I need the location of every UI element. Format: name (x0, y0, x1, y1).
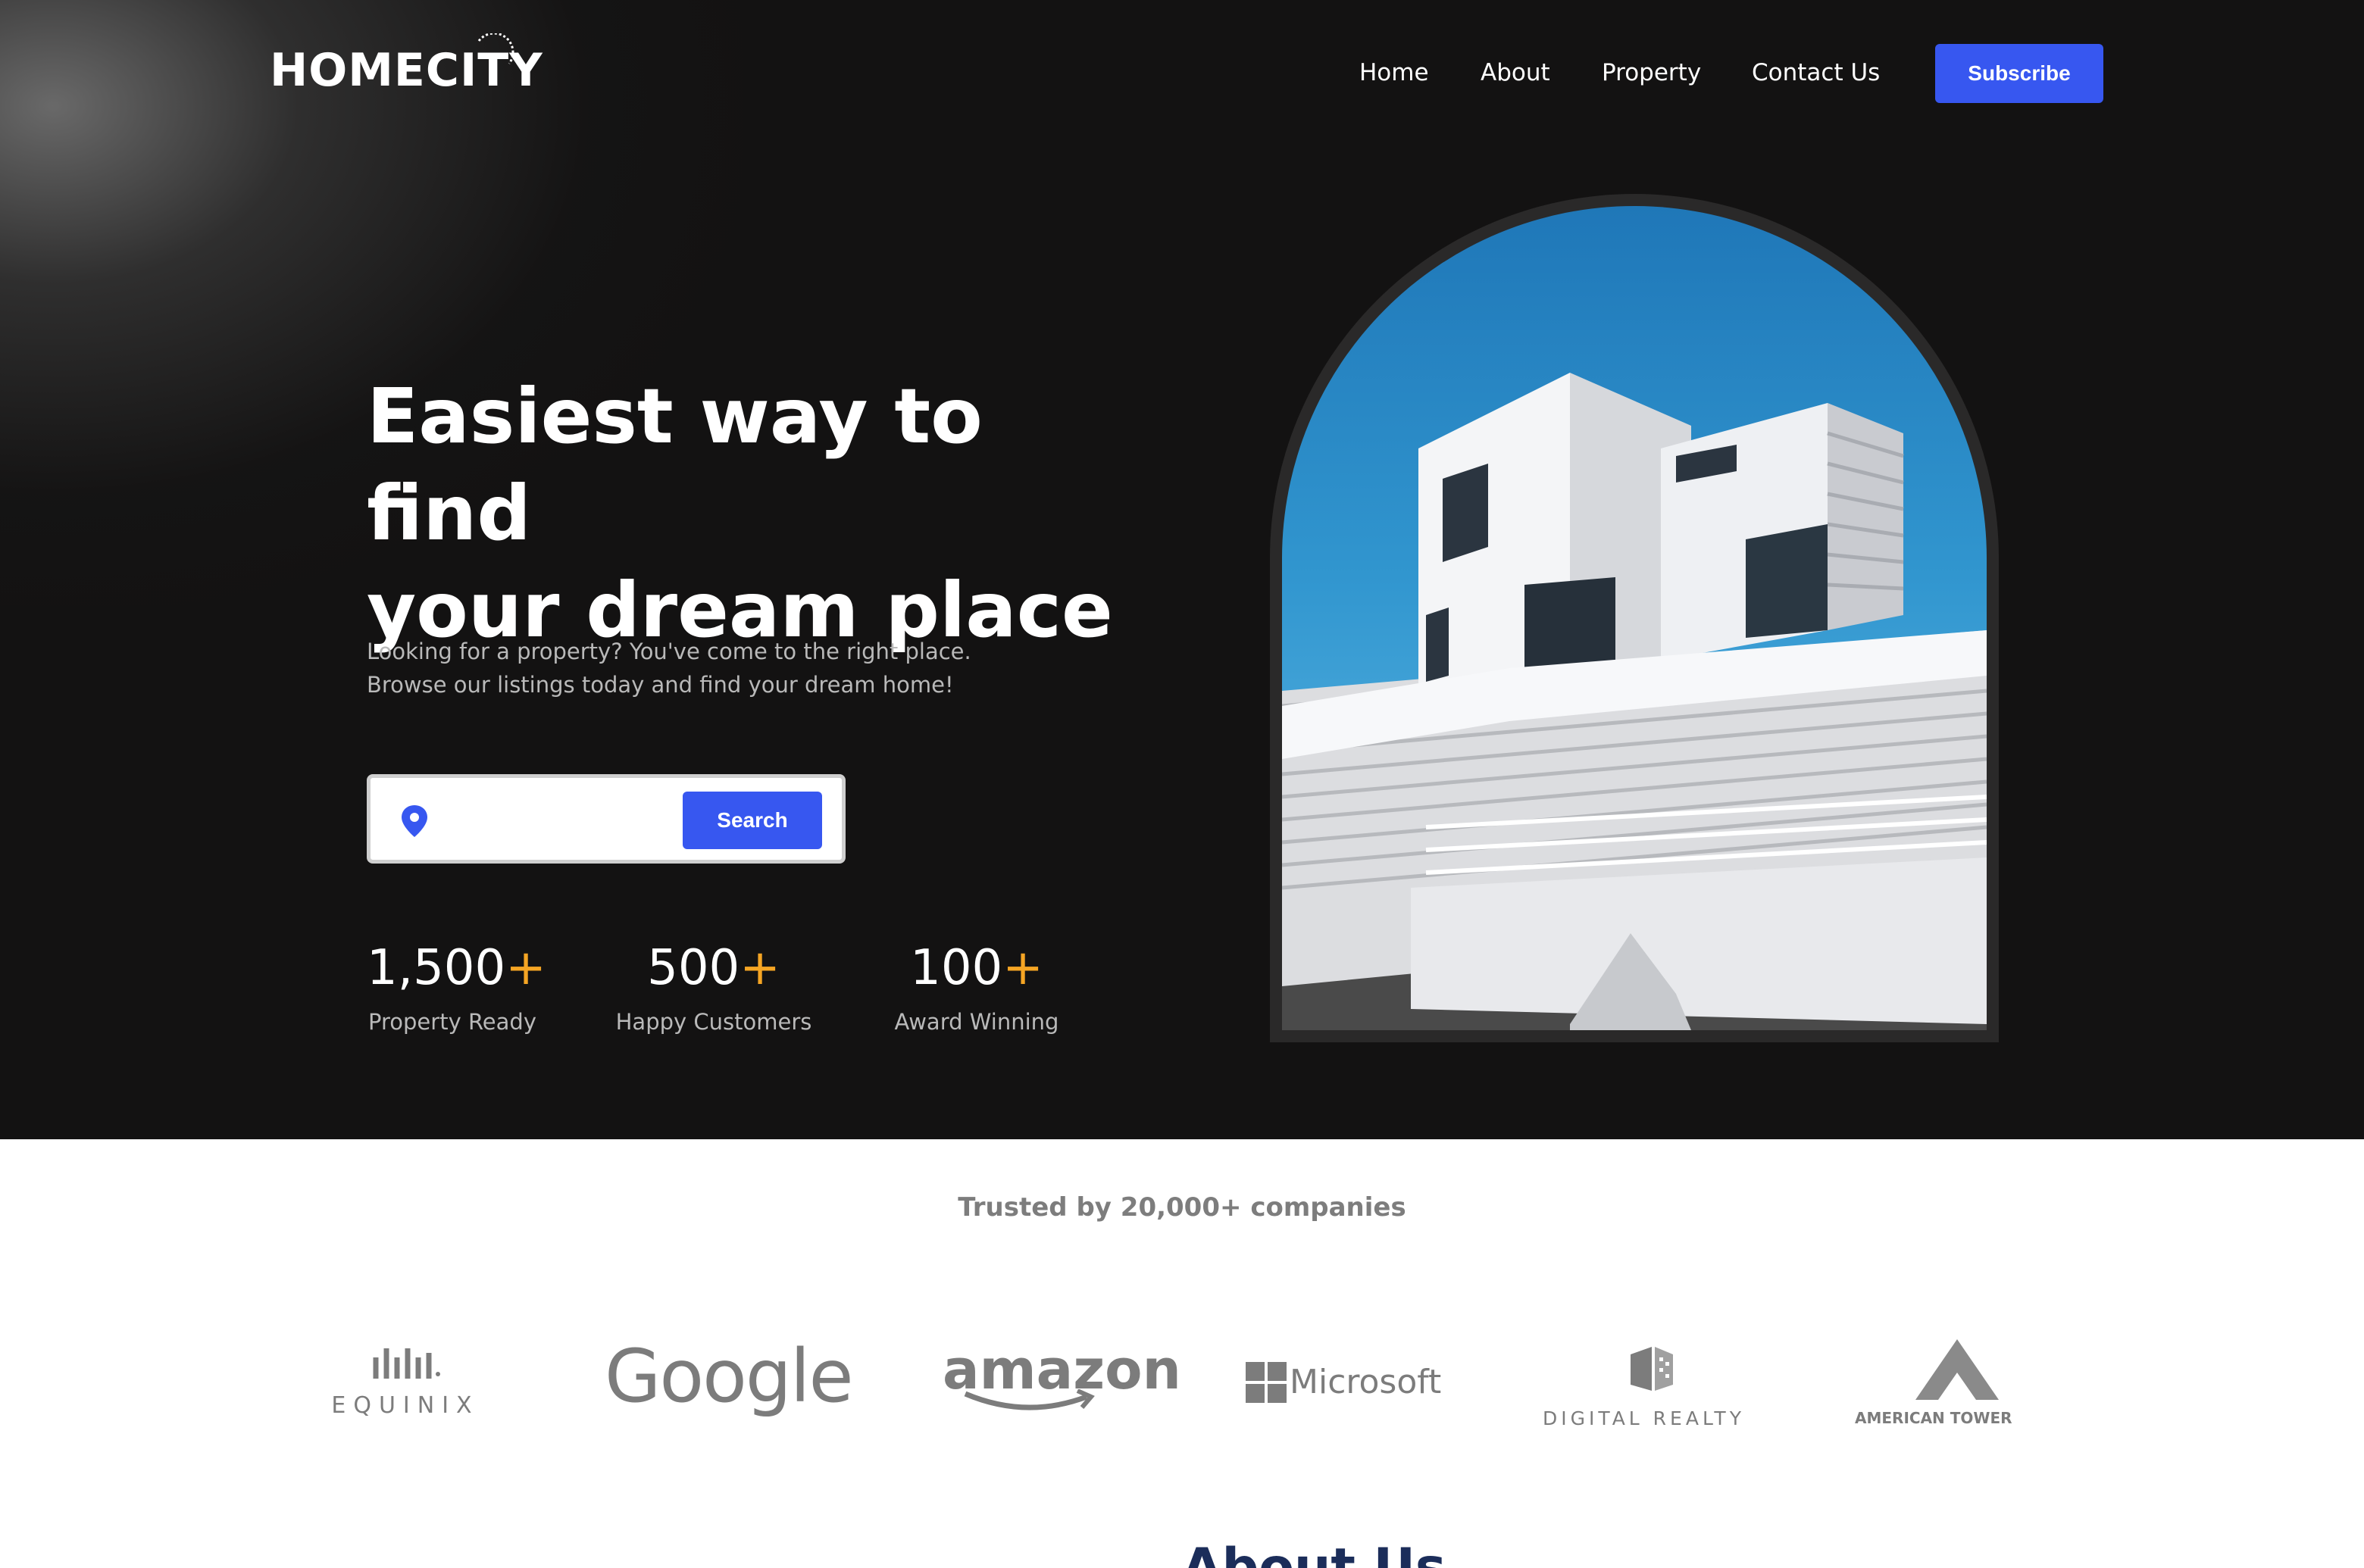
company-logo-amazon: amazon (943, 1339, 1181, 1430)
subtext-line-2: Browse our listings today and find your … (367, 672, 954, 698)
american-tower-wordmark: AMERICAN TOWER (1855, 1409, 2012, 1427)
search-input[interactable] (446, 795, 666, 845)
microsoft-wordmark: Microsoft (1290, 1363, 1442, 1401)
stat-happy-customers: 500+ Happy Customers (614, 939, 814, 1035)
homecity-logo[interactable]: HOMECITY (270, 33, 543, 102)
location-pin-icon (402, 805, 427, 837)
subscribe-button[interactable]: Subscribe (1935, 44, 2103, 103)
nav-contact-us[interactable]: Contact Us (1752, 53, 1880, 92)
stat-value: 1,500+ (367, 940, 546, 996)
american-tower-icon (1915, 1339, 1999, 1400)
hero-headline: Easiest way to find your dream place (367, 368, 1124, 659)
company-logo-google: Google (605, 1334, 854, 1419)
hero-section: HOMECITY Home About Property Contact Us … (0, 0, 2364, 1139)
stat-property-ready: 1,500+ Property Ready (367, 939, 546, 1035)
company-logo-equinix: EQUINIX (326, 1341, 485, 1424)
microsoft-squares-icon (1246, 1362, 1287, 1403)
equinix-mark-icon (373, 1348, 440, 1379)
headline-line-1: Easiest way to find (367, 372, 983, 558)
property-photo (1282, 206, 1987, 1030)
hero-subtext: Looking for a property? You've come to t… (367, 635, 1049, 701)
nav-about[interactable]: About (1481, 53, 1550, 92)
company-logo-digital-realty: DIGITAL REALTY (1543, 1344, 1758, 1435)
stat-award-winning: 100+ Award Winning (894, 939, 1059, 1035)
logo-arc-icon (477, 33, 514, 64)
stat-label: Property Ready (368, 1009, 536, 1035)
nav-home[interactable]: Home (1359, 53, 1429, 92)
stat-value: 100+ (910, 940, 1043, 996)
search-button[interactable]: Search (683, 792, 822, 849)
amazon-smile-icon (964, 1389, 1095, 1410)
company-logo-microsoft: Microsoft (1246, 1362, 1450, 1407)
equinix-wordmark: EQUINIX (331, 1392, 480, 1419)
modern-house-illustration (1282, 373, 1987, 1030)
trusted-title: Trusted by 20,000+ companies (958, 1192, 1406, 1223)
digital-realty-wordmark: DIGITAL REALTY (1543, 1407, 1745, 1429)
property-image-frame (1270, 194, 1999, 1042)
stat-label: Happy Customers (615, 1009, 812, 1035)
subtext-line-1: Looking for a property? You've come to t… (367, 639, 971, 664)
stat-value: 500+ (647, 940, 780, 996)
stat-label: Award Winning (894, 1009, 1059, 1035)
search-box: Search (367, 774, 846, 864)
company-logo-american-tower: AMERICAN TOWER (1855, 1339, 2075, 1438)
company-logos: EQUINIX Google amazon Microsoft DIGITAL … (0, 1318, 2364, 1454)
about-us-heading: About Us (1182, 1538, 1446, 1568)
digital-realty-cube-icon (1631, 1347, 1673, 1391)
nav-property[interactable]: Property (1602, 53, 1701, 92)
